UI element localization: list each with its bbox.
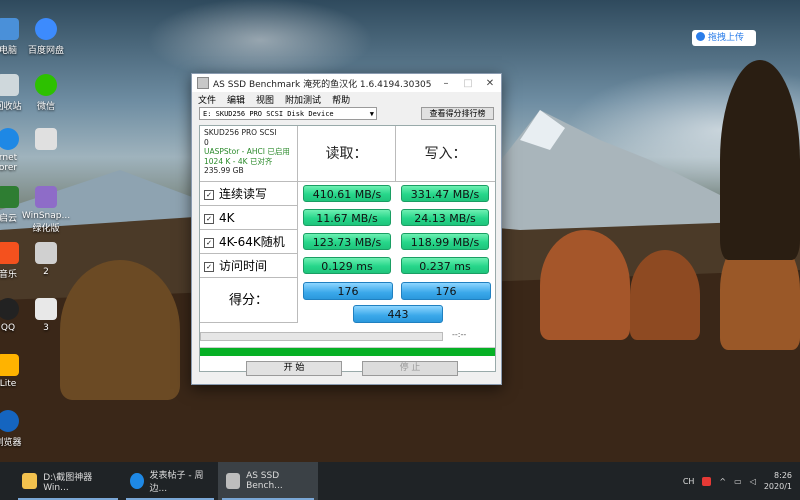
results-grid: SKUD256 PRO SCSI 0 UASPStor - AHCI 已启用 1… [199,125,496,372]
taskbar-item-browser[interactable]: 发表帖子 - 周边... [122,462,218,500]
access-write-value: 0.237 ms [401,257,489,274]
toolbar-row: E: SKUD256 PRO SCSI Disk Device ▼ 查看得分排行… [199,107,494,121]
menu-help[interactable]: 帮助 [332,93,350,106]
drag-upload-button[interactable]: 拖拽上传 [692,30,756,46]
4k-write-value: 24.13 MB/s [401,209,489,226]
clock[interactable]: 8:26 2020/1 [764,470,800,492]
menu-extra-tests[interactable]: 附加测试 [285,93,321,106]
checkbox-checked-icon[interactable]: ✓ [204,238,214,248]
menu-file[interactable]: 文件 [198,93,216,106]
baidu-netdisk-icon [35,18,57,40]
read-header: 读取： [298,126,396,182]
maximize-icon[interactable]: □ [457,78,479,89]
access-read-value: 0.129 ms [303,257,391,274]
checkbox-checked-icon[interactable]: ✓ [204,190,214,200]
wallpaper-tree [540,230,630,340]
desktop-icon-3[interactable]: 3 [16,298,76,333]
minimize-icon[interactable]: – [435,78,457,89]
menu-bar: 文件 编辑 视图 附加测试 帮助 [192,92,501,107]
wallpaper-tree [630,250,700,340]
browser-icon [0,410,19,432]
close-icon[interactable]: ✕ [479,78,501,89]
wechat-icon [35,74,57,96]
chevron-down-icon: ▼ [369,110,374,118]
desktop-icon-2[interactable]: 2 [16,242,76,277]
input-language[interactable]: CH [683,477,695,486]
chevron-up-icon[interactable]: ^ [719,477,726,486]
as-ssd-icon [226,473,241,489]
menu-view[interactable]: 视图 [256,93,274,106]
taskbar-item-explorer[interactable]: D:\截图神器Win... [14,462,122,500]
desktop-icon-winsnap[interactable]: WinSnap... 绿化版 [16,186,76,234]
write-header: 写入： [396,126,495,182]
winsnap-icon [35,186,57,208]
total-score: 443 [353,305,443,323]
4k-read-value: 11.67 MB/s [303,209,391,226]
drive-select[interactable]: E: SKUD256 PRO SCSI Disk Device ▼ [199,107,377,120]
desktop-icon-browser[interactable]: 浏览器 [0,410,38,448]
overall-progress-bar [200,347,495,356]
desktop-icon-baidu-netdisk[interactable]: 百度网盘 [16,18,76,56]
file-icon [35,128,57,150]
score-label: 得分： [200,278,298,323]
write-score: 176 [401,282,491,300]
checkbox-checked-icon[interactable]: ✓ [204,214,214,224]
wallpaper-tree [60,260,180,400]
row-seq-label[interactable]: ✓ 连续读写 [200,182,298,206]
view-ranking-button[interactable]: 查看得分排行榜 [421,107,494,120]
desktop-icon-wechat[interactable]: 微信 [16,74,76,112]
window-titlebar[interactable]: AS SSD Benchmark 淹死的鱼汉化 1.6.4194.30305 –… [192,74,501,92]
row-4k64-label[interactable]: ✓ 4K-64K随机 [200,230,298,254]
start-button[interactable]: 开 始 [246,361,342,376]
4k64-write-value: 118.99 MB/s [401,233,489,250]
row-4k-label[interactable]: ✓ 4K [200,206,298,230]
row-access-time-label[interactable]: ✓ 访问时间 [200,254,298,278]
network-icon[interactable]: ▭ [734,477,742,486]
wallpaper-tree [720,60,800,260]
as-ssd-window: AS SSD Benchmark 淹死的鱼汉化 1.6.4194.30305 –… [191,73,502,385]
taskbar: D:\截图神器Win... 发表帖子 - 周边... AS SSD Bench.… [0,462,800,500]
browser-icon [130,473,144,489]
seq-read-value: 410.61 MB/s [303,185,391,202]
window-title: AS SSD Benchmark 淹死的鱼汉化 1.6.4194.30305 [213,79,432,90]
taskbar-item-as-ssd[interactable]: AS SSD Bench... [218,462,318,500]
system-tray: CH ^ ▭ ◁ 8:26 2020/1 [683,462,800,500]
cloud-upload-icon [696,32,705,41]
folder-icon [22,473,38,489]
drive-info: SKUD256 PRO SCSI 0 UASPStor - AHCI 已启用 1… [200,126,298,182]
4k64-read-value: 123.73 MB/s [303,233,391,250]
overall-progress-fill [200,348,495,356]
desktop-icon-file[interactable] [16,128,76,153]
lite-app-icon [0,354,19,376]
checkbox-checked-icon[interactable]: ✓ [204,262,214,272]
file-icon [35,298,57,320]
app-icon [197,77,209,89]
menu-edit[interactable]: 编辑 [227,93,245,106]
volume-icon[interactable]: ◁ [750,477,756,486]
elapsed-time: --:-- [452,330,467,339]
stop-button[interactable]: 停 止 [362,361,458,376]
seq-write-value: 331.47 MB/s [401,185,489,202]
file-icon [35,242,57,264]
sogou-ime-icon[interactable] [702,476,712,486]
read-score: 176 [303,282,393,300]
desktop-icon-lite[interactable]: Lite [0,354,38,389]
test-progress-bar [200,332,443,341]
